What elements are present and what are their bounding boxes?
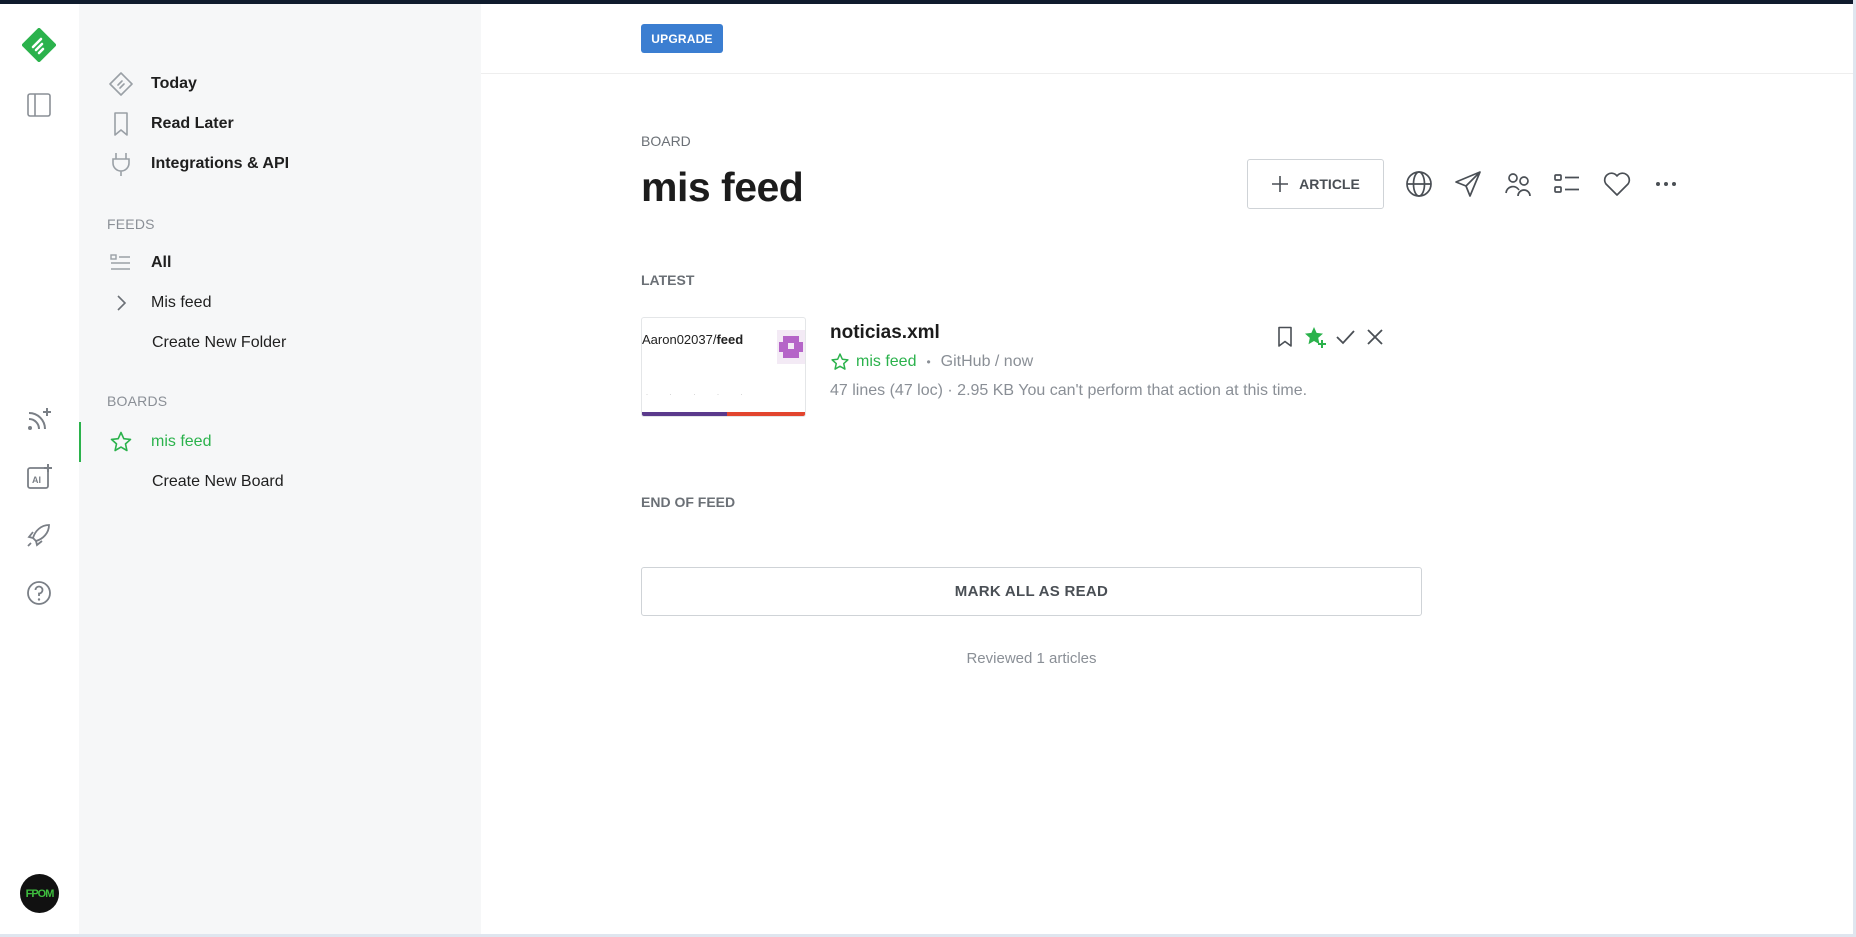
plug-icon [107,150,135,178]
latest-label: LATEST [641,272,695,288]
entry-meta: mis feed • GitHub / now [830,352,1033,372]
entry-thumbnail[interactable]: Aaron02037/feed · · · · · [641,317,806,417]
feedly-logo-icon[interactable] [20,26,58,64]
thumb-repo-text: Aaron02037/feed [642,332,743,347]
feeds-header: FEEDS [107,216,155,232]
thumb-bar [727,412,805,416]
list-view-icon[interactable] [1550,167,1584,201]
nav-item-today[interactable]: Today [107,67,197,101]
entry-origin: GitHub / now [940,353,1034,370]
entry-title[interactable]: noticias.xml [830,322,940,344]
nav-item-label: Today [151,75,197,92]
bookmark-icon [107,110,135,138]
active-indicator [79,422,81,462]
mark-all-read-button[interactable]: MARK ALL AS READ [641,567,1422,616]
svg-text:AI: AI [32,475,41,485]
close-icon[interactable] [1361,323,1389,351]
nav-item-integrations[interactable]: Integrations & API [107,147,289,181]
ai-feed-icon[interactable]: AI [20,458,58,496]
send-icon[interactable] [1451,167,1485,201]
nav-panel: Today Read Later Integrations & API FEED… [79,4,481,934]
star-add-icon[interactable] [1301,323,1329,351]
avatar-text: FPOM [25,887,55,900]
nav-item-label: All [151,254,172,271]
board-kind-label: BOARD [641,133,691,149]
chevron-right-icon[interactable] [107,289,135,317]
thumb-stats: · · · · · [646,392,753,398]
reviewed-count: Reviewed 1 articles [966,650,1097,667]
thumb-avatar [777,330,805,364]
add-article-label: ARTICLE [1299,176,1360,192]
heart-icon[interactable] [1600,167,1634,201]
more-icon[interactable] [1649,167,1683,201]
end-of-feed-label: END OF FEED [641,494,736,510]
nav-item-label: Create New Board [152,473,284,490]
create-folder-link[interactable]: Create New Folder [152,326,286,360]
help-icon[interactable] [20,574,58,612]
page-title: mis feed [641,164,804,210]
top-bar: UPGRADE [481,4,1853,74]
thumb-owner: Aaron02037/ [642,332,717,347]
nav-item-label: Read Later [151,115,234,132]
today-icon [107,70,135,98]
meta-separator: • [926,355,931,369]
thumb-bar [642,412,727,416]
nav-item-label: Mis feed [151,294,212,311]
create-board-link[interactable]: Create New Board [152,465,284,499]
star-icon [831,353,849,370]
entry-summary: 47 lines (47 loc) · 2.95 KB You can't pe… [830,382,1308,399]
add-feed-icon[interactable] [20,400,58,438]
list-icon [107,249,135,277]
thumb-repo: feed [716,332,744,347]
star-icon [107,428,135,456]
upgrade-button[interactable]: UPGRADE [641,24,723,53]
nav-item-all[interactable]: All [107,246,171,280]
nav-item-mis-feed[interactable]: Mis feed [107,286,211,320]
nav-item-label: Create New Folder [152,334,287,351]
plus-icon [1272,176,1289,192]
share-team-icon[interactable] [1501,167,1535,201]
check-icon[interactable] [1331,323,1359,351]
nav-item-read-later[interactable]: Read Later [107,107,234,141]
avatar[interactable]: FPOM [20,874,59,913]
rocket-icon[interactable] [20,516,58,554]
main-content: UPGRADE BOARD mis feed ARTICLE LATEST Aa… [481,4,1853,934]
nav-item-board-mis-feed[interactable]: mis feed [107,425,211,459]
add-article-button[interactable]: ARTICLE [1247,159,1384,209]
globe-icon[interactable] [1402,167,1436,201]
icon-rail: AI [0,4,79,934]
boards-header: BOARDS [107,393,168,409]
entry-source[interactable]: mis feed [856,353,916,371]
bookmark-icon[interactable] [1271,323,1299,351]
sidebar-toggle-icon[interactable] [20,86,58,124]
nav-item-label: Integrations & API [151,155,290,172]
nav-item-label: mis feed [151,433,212,450]
